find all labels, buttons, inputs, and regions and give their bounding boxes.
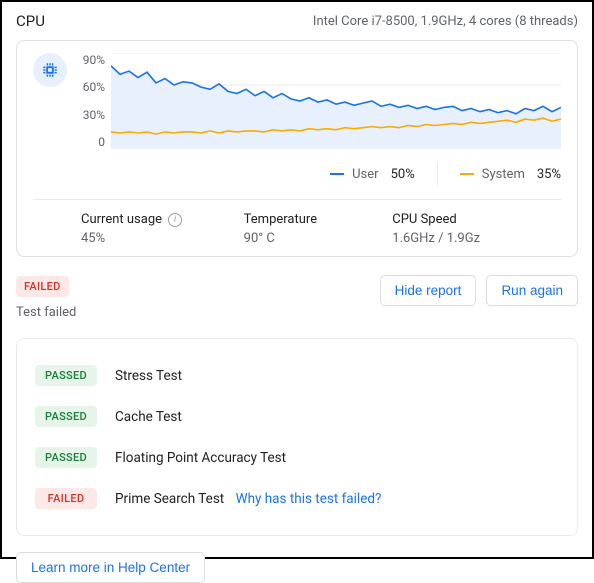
chart-y-axis: 90% 60% 30% 0: [75, 53, 111, 149]
legend-value: 50%: [391, 167, 415, 182]
why-failed-link[interactable]: Why has this test failed?: [236, 491, 382, 507]
test-status-badge: FAILED: [35, 488, 97, 509]
stat-speed-value: 1.6GHz / 1.9Gz: [392, 231, 561, 246]
stat-speed-label: CPU Speed: [392, 212, 561, 227]
test-name: Floating Point Accuracy Test: [115, 450, 286, 466]
ytick: 30%: [75, 108, 105, 122]
stat-current-value: 45%: [81, 231, 236, 246]
test-name: Stress Test: [115, 368, 182, 384]
usage-chart-card: 90% 60% 30% 0 User: [16, 40, 578, 257]
legend-value: 35%: [537, 167, 561, 182]
legend-user: User 50%: [330, 167, 415, 182]
learn-more-button[interactable]: Learn more in Help Center: [16, 552, 205, 583]
test-status-badge: PASSED: [35, 365, 97, 386]
stat-temp-label: Temperature: [244, 212, 385, 227]
ytick: 0: [75, 135, 105, 149]
cpu-icon: [33, 53, 67, 87]
overall-status-badge: FAILED: [16, 276, 69, 297]
test-name: Cache Test: [115, 409, 182, 425]
legend-label: System: [482, 167, 525, 182]
test-name: Prime Search Test: [115, 491, 224, 507]
test-status-badge: PASSED: [35, 447, 97, 468]
legend-system: System 35%: [460, 167, 561, 182]
hide-report-button[interactable]: Hide report: [380, 275, 477, 306]
test-status-badge: PASSED: [35, 406, 97, 427]
ytick: 90%: [75, 53, 105, 67]
test-row: PASSED Floating Point Accuracy Test: [35, 437, 559, 478]
page-title: CPU: [16, 12, 45, 30]
legend-label: User: [352, 167, 378, 182]
test-row: PASSED Stress Test: [35, 355, 559, 396]
stat-temp-value: 90° C: [244, 231, 385, 246]
legend-swatch-system: [460, 173, 474, 175]
test-row: PASSED Cache Test: [35, 396, 559, 437]
usage-chart: [111, 53, 561, 149]
info-icon[interactable]: i: [168, 213, 182, 227]
run-again-button[interactable]: Run again: [486, 275, 578, 306]
test-row: FAILED Prime Search Test Why has this te…: [35, 478, 559, 519]
tests-list: PASSED Stress Test PASSED Cache Test PAS…: [16, 338, 578, 536]
legend-divider: [437, 163, 438, 185]
legend-swatch-user: [330, 173, 344, 175]
overall-status-msg: Test failed: [16, 305, 76, 320]
ytick: 60%: [75, 80, 105, 94]
stat-current-label: Current usage i: [81, 212, 236, 227]
cpu-spec: Intel Core i7-8500, 1.9GHz, 4 cores (8 t…: [313, 14, 578, 29]
